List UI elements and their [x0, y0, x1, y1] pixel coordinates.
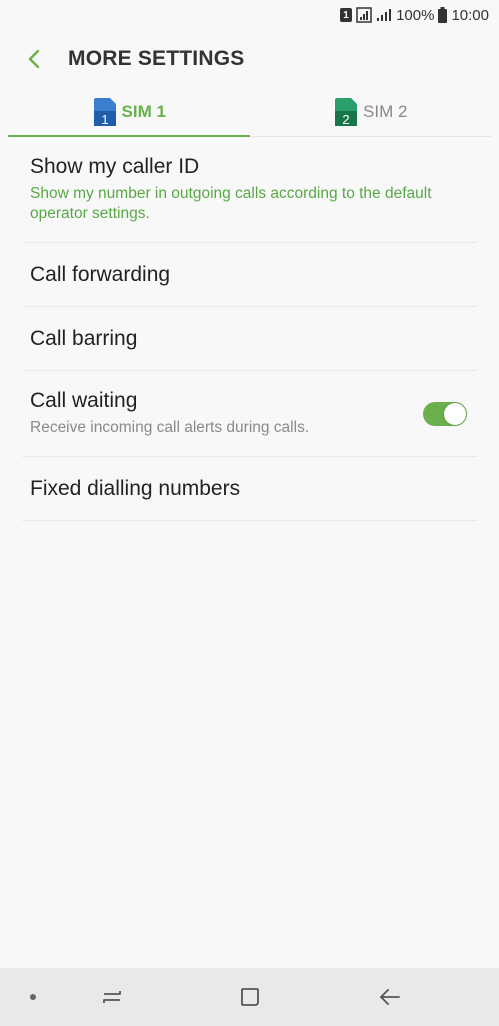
signal-icon [376, 8, 392, 22]
sim-card-1-icon: 1 [93, 98, 116, 127]
settings-list: Show my caller ID Show my number in outg… [22, 137, 477, 521]
sim-icon: 1 [340, 8, 353, 22]
fixed-dialling-title: Fixed dialling numbers [30, 476, 241, 500]
call-waiting-toggle[interactable] [423, 401, 467, 426]
dot-icon [30, 994, 36, 1000]
status-bar: 1 100% 10:00 [0, 0, 499, 30]
tab-label-sim-2: SIM 2 [363, 102, 408, 121]
tab-sim-1[interactable]: 1 SIM 1 [8, 88, 250, 137]
caller-id-title: Show my caller ID [30, 155, 200, 178]
call-waiting-item[interactable]: Call waiting Receive incoming call alert… [22, 371, 477, 457]
navigation-bar [0, 968, 499, 1026]
home-button[interactable] [228, 975, 272, 1019]
clock: 10:00 [451, 6, 489, 24]
recent-apps-icon [103, 991, 121, 1003]
call-waiting-title: Call waiting [30, 389, 138, 412]
call-forwarding-item[interactable]: Call forwarding [22, 243, 477, 307]
sim-badge: 1 [340, 8, 353, 22]
svg-text:1: 1 [101, 112, 108, 127]
page-title: MORE SETTINGS [68, 47, 245, 70]
chevron-left-icon [28, 49, 40, 69]
app-header: MORE SETTINGS [0, 30, 499, 88]
caller-id-subtitle: Show my number in outgoing calls accordi… [30, 185, 432, 222]
toggle-knob [444, 402, 466, 425]
fixed-dialling-item[interactable]: Fixed dialling numbers [22, 457, 477, 521]
home-icon [241, 988, 259, 1006]
battery-percent: 100% [396, 6, 435, 24]
sim-tabs: 1 SIM 1 2 SIM 2 [8, 88, 491, 137]
call-barring-item[interactable]: Call barring [22, 307, 477, 371]
svg-text:2: 2 [342, 112, 349, 127]
wifi-calling-icon [356, 7, 372, 23]
back-arrow-icon [380, 989, 400, 1005]
battery-icon [438, 7, 448, 23]
tab-label-sim-1: SIM 1 [121, 102, 166, 121]
recent-apps-button[interactable] [90, 975, 134, 1019]
back-button[interactable] [14, 39, 54, 79]
tab-sim-2[interactable]: 2 SIM 2 [250, 88, 492, 136]
call-barring-title: Call barring [30, 326, 138, 350]
call-waiting-subtitle: Receive incoming call alerts during call… [30, 419, 310, 436]
caller-id-item[interactable]: Show my caller ID Show my number in outg… [22, 137, 477, 243]
back-nav-button[interactable] [368, 975, 412, 1019]
sim-card-2-icon: 2 [335, 98, 358, 127]
call-forwarding-title: Call forwarding [30, 262, 171, 286]
nav-dot-button[interactable] [24, 977, 42, 1017]
